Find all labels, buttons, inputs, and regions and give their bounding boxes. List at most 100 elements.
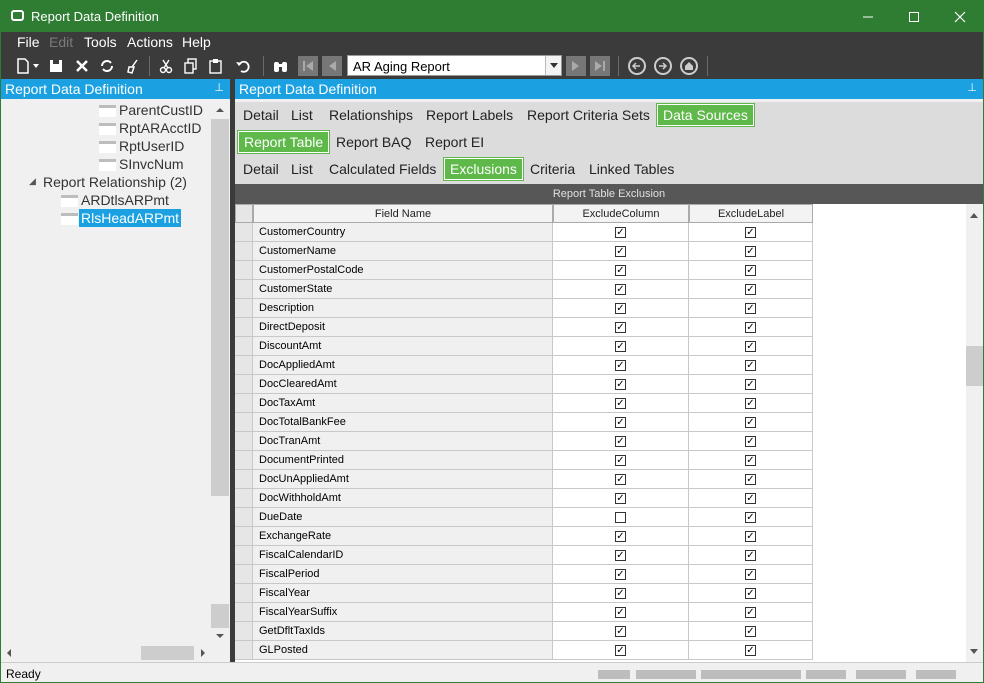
exclude-column-checkbox[interactable]: [615, 511, 626, 523]
row-selector[interactable]: [235, 527, 253, 546]
tree-node-selected[interactable]: RlsHeadARPmt: [79, 209, 181, 227]
table-row[interactable]: DocUnAppliedAmt ✓ ✓: [235, 470, 813, 489]
tree-node[interactable]: SInvcNum: [119, 156, 184, 172]
home-button[interactable]: [680, 57, 698, 75]
next-record-button[interactable]: [566, 56, 586, 76]
exclude-column-checkbox[interactable]: ✓: [615, 606, 626, 618]
paste-button[interactable]: [206, 56, 226, 76]
table-row[interactable]: CustomerPostalCode ✓ ✓: [235, 261, 813, 280]
row-selector[interactable]: [235, 394, 253, 413]
scroll-thumb[interactable]: [141, 646, 194, 660]
menu-actions[interactable]: Actions: [127, 34, 173, 50]
tab-criteria[interactable]: Criteria: [526, 160, 579, 182]
tab-report-criteria-sets[interactable]: Report Criteria Sets: [523, 106, 654, 128]
table-row[interactable]: FiscalCalendarID ✓ ✓: [235, 546, 813, 565]
exclude-column-checkbox[interactable]: ✓: [615, 397, 626, 409]
table-row[interactable]: CustomerCountry ✓ ✓: [235, 223, 813, 242]
refresh-button[interactable]: [97, 56, 117, 76]
exclude-column-checkbox[interactable]: ✓: [615, 359, 626, 371]
tree-node[interactable]: RptUserID: [119, 138, 184, 154]
scroll-thumb[interactable]: [966, 346, 983, 386]
delete-button[interactable]: [72, 56, 92, 76]
exclude-label-checkbox[interactable]: ✓: [745, 226, 756, 238]
table-row[interactable]: DirectDeposit ✓ ✓: [235, 318, 813, 337]
tab-report-labels[interactable]: Report Labels: [422, 106, 517, 128]
row-selector[interactable]: [235, 356, 253, 375]
table-row[interactable]: DocAppliedAmt ✓ ✓: [235, 356, 813, 375]
row-selector[interactable]: [235, 375, 253, 394]
table-row[interactable]: FiscalYear ✓ ✓: [235, 584, 813, 603]
column-header-exclude-label[interactable]: ExcludeLabel: [689, 204, 813, 223]
tab-report-ei[interactable]: Report EI: [421, 133, 488, 155]
minimize-button[interactable]: [845, 1, 891, 32]
exclude-column-checkbox[interactable]: ✓: [615, 264, 626, 276]
row-selector[interactable]: [235, 584, 253, 603]
exclude-column-checkbox[interactable]: ✓: [615, 644, 626, 656]
menu-edit[interactable]: Edit: [49, 34, 73, 50]
row-selector[interactable]: [235, 223, 253, 242]
last-record-button[interactable]: [590, 56, 610, 76]
tab-exclusions[interactable]: Exclusions: [443, 157, 524, 181]
exclude-label-checkbox[interactable]: ✓: [745, 606, 756, 618]
exclude-label-checkbox[interactable]: ✓: [745, 245, 756, 257]
new-dropdown-button[interactable]: [31, 56, 41, 76]
table-row[interactable]: DueDate ✓: [235, 508, 813, 527]
exclude-column-checkbox[interactable]: ✓: [615, 530, 626, 542]
table-row[interactable]: DocTotalBankFee ✓ ✓: [235, 413, 813, 432]
exclude-label-checkbox[interactable]: ✓: [745, 397, 756, 409]
back-button[interactable]: [628, 57, 646, 75]
tree-node-group[interactable]: Report Relationship (2): [43, 174, 187, 190]
search-button[interactable]: [271, 56, 291, 76]
table-row[interactable]: FiscalYearSuffix ✓ ✓: [235, 603, 813, 622]
tab-detail[interactable]: Detail: [239, 106, 283, 128]
row-selector[interactable]: [235, 337, 253, 356]
forward-button[interactable]: [654, 57, 672, 75]
tab-report-table[interactable]: Report Table: [236, 130, 331, 154]
table-row[interactable]: DocTranAmt ✓ ✓: [235, 432, 813, 451]
exclude-label-checkbox[interactable]: ✓: [745, 321, 756, 333]
row-selector[interactable]: [235, 242, 253, 261]
tree-vertical-scrollbar[interactable]: [211, 99, 229, 644]
new-button[interactable]: [13, 56, 33, 76]
clear-button[interactable]: [123, 56, 143, 76]
exclude-label-checkbox[interactable]: ✓: [745, 568, 756, 580]
exclude-column-checkbox[interactable]: ✓: [615, 245, 626, 257]
menu-help[interactable]: Help: [182, 34, 211, 50]
row-selector[interactable]: [235, 641, 253, 660]
cut-button[interactable]: [156, 56, 176, 76]
report-select[interactable]: AR Aging Report: [347, 55, 562, 76]
row-selector[interactable]: [235, 622, 253, 641]
exclude-column-checkbox[interactable]: ✓: [615, 587, 626, 599]
column-header-field-name[interactable]: Field Name: [253, 204, 553, 223]
table-row[interactable]: FiscalPeriod ✓ ✓: [235, 565, 813, 584]
row-selector[interactable]: [235, 470, 253, 489]
exclude-label-checkbox[interactable]: ✓: [745, 454, 756, 466]
exclude-column-checkbox[interactable]: ✓: [615, 473, 626, 485]
table-row[interactable]: DiscountAmt ✓ ✓: [235, 337, 813, 356]
exclude-label-checkbox[interactable]: ✓: [745, 549, 756, 561]
exclude-column-checkbox[interactable]: ✓: [615, 568, 626, 580]
exclude-label-checkbox[interactable]: ✓: [745, 416, 756, 428]
maximize-button[interactable]: [891, 1, 937, 32]
exclude-label-checkbox[interactable]: ✓: [745, 359, 756, 371]
pin-icon[interactable]: ⊥: [967, 81, 977, 94]
row-selector[interactable]: [235, 299, 253, 318]
exclude-label-checkbox[interactable]: ✓: [745, 644, 756, 656]
tree-node[interactable]: ParentCustID: [119, 102, 203, 118]
table-row[interactable]: GLPosted ✓ ✓: [235, 641, 813, 660]
table-row[interactable]: GetDfltTaxIds ✓ ✓: [235, 622, 813, 641]
close-button[interactable]: [937, 1, 983, 32]
previous-record-button[interactable]: [322, 56, 342, 76]
tree-horizontal-scrollbar[interactable]: [1, 644, 211, 662]
exclude-label-checkbox[interactable]: ✓: [745, 473, 756, 485]
collapse-icon[interactable]: ◢: [29, 176, 36, 187]
exclude-column-checkbox[interactable]: ✓: [615, 302, 626, 314]
exclude-column-checkbox[interactable]: ✓: [615, 416, 626, 428]
exclude-column-checkbox[interactable]: ✓: [615, 340, 626, 352]
exclude-label-checkbox[interactable]: ✓: [745, 302, 756, 314]
row-selector[interactable]: [235, 546, 253, 565]
table-row[interactable]: DocClearedAmt ✓ ✓: [235, 375, 813, 394]
tree-node[interactable]: ARDtlsARPmt: [81, 192, 169, 208]
exclude-label-checkbox[interactable]: ✓: [745, 625, 756, 637]
table-row[interactable]: CustomerState ✓ ✓: [235, 280, 813, 299]
